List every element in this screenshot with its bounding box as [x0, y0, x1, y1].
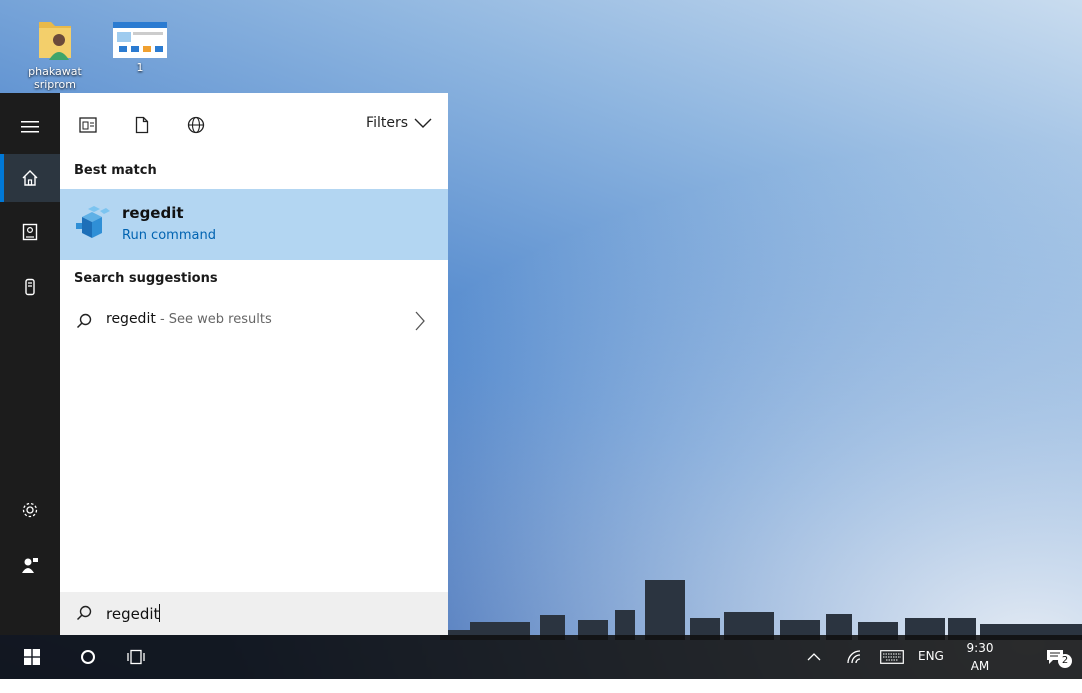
chevron-right-icon[interactable] [415, 311, 425, 331]
best-match-result[interactable]: regedit Run command [60, 189, 448, 260]
input-language-indicator[interactable]: ENG [918, 649, 944, 663]
chevron-up-icon [807, 653, 821, 661]
keyboard-icon [880, 650, 904, 664]
search-input[interactable]: regedit [106, 604, 161, 623]
settings-button[interactable] [0, 486, 60, 534]
desktop-icon-label: phakawat sriprom [28, 65, 82, 91]
web-suggestion-row[interactable]: regedit - See web results [60, 303, 448, 339]
wifi-icon [847, 650, 861, 664]
suggestion-text: regedit - See web results [106, 311, 272, 327]
show-hidden-icons-button[interactable] [802, 635, 826, 679]
notification-count-badge: 2 [1058, 654, 1072, 668]
filters-dropdown[interactable]: Filters [366, 115, 432, 131]
windows-logo-icon [24, 649, 40, 665]
start-button[interactable] [12, 635, 52, 679]
documents-button[interactable] [0, 208, 60, 256]
globe-icon [187, 116, 205, 134]
hamburger-icon [21, 121, 39, 133]
devices-button[interactable] [0, 263, 60, 311]
user-folder-icon [39, 22, 71, 60]
document-icon [135, 116, 149, 134]
screenshot-thumbnail-icon [113, 22, 167, 58]
desktop-icon-user-folder[interactable]: phakawat sriprom [20, 10, 90, 91]
search-icon [76, 313, 92, 329]
documents-icon [22, 223, 38, 241]
home-button[interactable] [0, 154, 60, 202]
taskbar: ENG 9:30 AM 3/2/2018 2 [0, 635, 1082, 691]
search-icon [76, 605, 92, 621]
clock-time: 9:30 AM [966, 641, 994, 673]
desktop-icon-file-1[interactable]: 1 [110, 22, 170, 74]
text-caret [159, 604, 161, 622]
regedit-app-icon [76, 206, 110, 238]
clock-date: 3/2/2018 [956, 677, 1010, 691]
network-button[interactable] [840, 635, 868, 679]
cortana-circle-icon [81, 650, 95, 664]
tower-icon [25, 278, 35, 296]
home-icon [22, 170, 38, 186]
cortana-button[interactable] [68, 635, 108, 679]
documents-scope-button[interactable] [130, 113, 154, 137]
menu-button[interactable] [0, 103, 60, 151]
task-view-icon [127, 649, 145, 665]
web-scope-button[interactable] [184, 113, 208, 137]
gear-icon [22, 502, 38, 518]
best-match-header: Best match [74, 163, 157, 178]
best-match-title: regedit [122, 204, 184, 222]
system-clock[interactable]: 9:30 AM 3/2/2018 [956, 639, 1010, 693]
search-results-panel: Filters Best match regedit Run command S… [60, 93, 448, 635]
search-box[interactable]: regedit [60, 592, 448, 635]
suggestion-term: regedit [106, 311, 156, 327]
chevron-down-icon [414, 118, 432, 128]
task-view-button[interactable] [116, 635, 156, 679]
apps-scope-button[interactable] [76, 113, 100, 137]
search-query: regedit [106, 605, 160, 623]
apps-icon [79, 117, 97, 133]
best-match-subtitle: Run command [122, 228, 216, 243]
filters-label: Filters [366, 115, 408, 131]
start-rail [0, 93, 60, 635]
touch-keyboard-button[interactable] [876, 635, 908, 679]
user-icon [22, 558, 38, 573]
search-suggestions-header: Search suggestions [74, 271, 218, 286]
search-scope-toolbar: Filters [60, 93, 448, 155]
user-button[interactable] [0, 541, 60, 589]
suggestion-hint: - See web results [155, 312, 272, 327]
desktop-icon-label: 1 [136, 61, 144, 74]
